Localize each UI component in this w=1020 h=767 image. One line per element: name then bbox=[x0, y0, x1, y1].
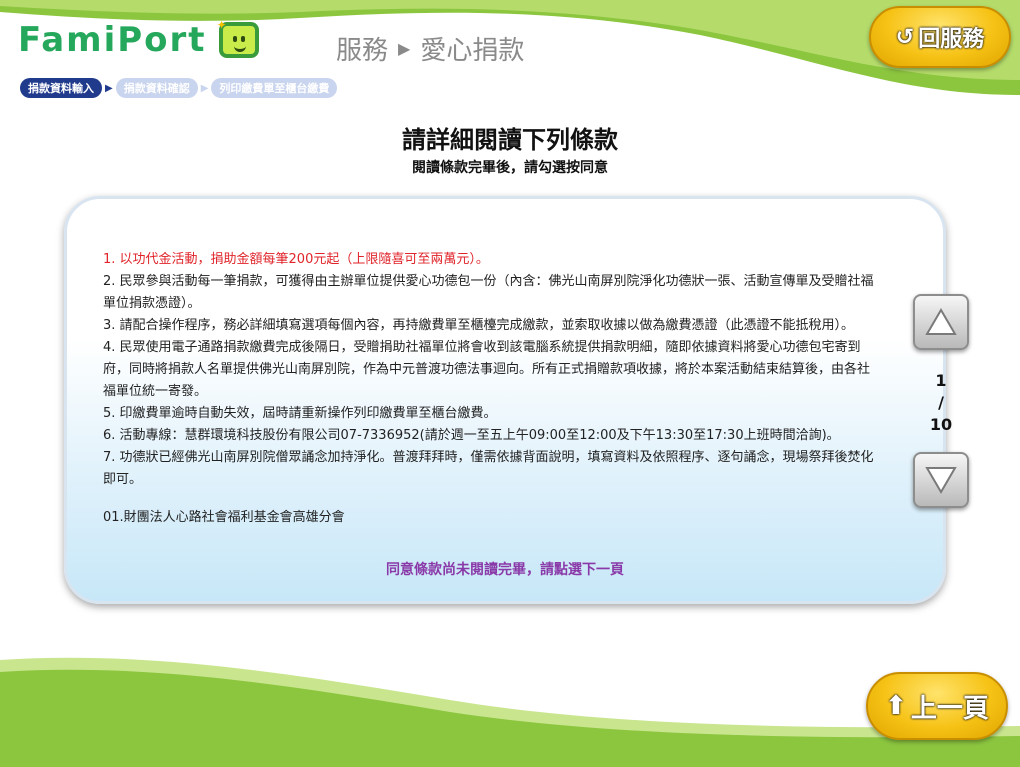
breadcrumb-service: 服務 bbox=[336, 36, 389, 66]
triangle-up-icon bbox=[925, 308, 957, 335]
step-1: 捐款資料輸入 bbox=[20, 78, 102, 98]
term-item: 5. 印繳費單逾時自動失效，屆時請重新操作列印繳費單至櫃台繳費。 bbox=[103, 406, 497, 421]
mascot-icon: ✦ bbox=[217, 18, 259, 58]
back-to-service-button[interactable]: ↺ 回服務 bbox=[869, 6, 1011, 68]
terms-list: 1. 以功代金活動，捐助金額每筆200元起（上限隨喜可至兩萬元）。 2. 民眾參… bbox=[103, 249, 879, 529]
triangle-down-icon bbox=[925, 467, 957, 494]
previous-page-label: 上一頁 bbox=[910, 693, 989, 724]
step-arrow-icon: ▶ bbox=[105, 82, 113, 94]
logo-text: FamiPort bbox=[18, 20, 207, 60]
terms-panel: 1. 以功代金活動，捐助金額每筆200元起（上限隨喜可至兩萬元）。 2. 民眾參… bbox=[64, 196, 946, 604]
term-item: 1. 以功代金活動，捐助金額每筆200元起（上限隨喜可至兩萬元）。 bbox=[103, 252, 489, 267]
term-item: 6. 活動專線：慧群環境科技股份有限公司07-7336952(請於週一至五上午0… bbox=[103, 428, 840, 443]
step-2: 捐款資料確認 bbox=[115, 78, 198, 98]
term-item: 7. 功德狀已經佛光山南屏別院僧眾誦念加持淨化。普渡拜拜時，僅需依據背面說明，填… bbox=[103, 450, 874, 487]
back-to-service-label: 回服務 bbox=[918, 27, 985, 52]
page-title: 請詳細閱讀下列條款 bbox=[402, 126, 618, 154]
term-item: 3. 請配合操作程序，務必詳細填寫選項每個內容，再持繳費單至櫃檯完成繳款，並索取… bbox=[103, 318, 855, 333]
breadcrumb-page: 愛心捐款 bbox=[420, 36, 525, 66]
step-arrow-icon: ▶ bbox=[200, 82, 209, 94]
step-indicator: 捐款資料輸入 ▶ 捐款資料確認 ▶ 列印繳費單至櫃台繳費 bbox=[20, 78, 338, 98]
famiport-logo: FamiPort ✦ bbox=[18, 18, 259, 60]
page-current: 1 bbox=[935, 371, 947, 390]
breadcrumb-arrow-icon: ▶ bbox=[398, 39, 411, 58]
previous-page-button[interactable]: ⬆ 上一頁 bbox=[866, 672, 1008, 740]
page-up-button[interactable] bbox=[913, 294, 969, 350]
breadcrumb: 服務 ▶ 愛心捐款 bbox=[336, 30, 524, 67]
page-separator: / bbox=[938, 393, 944, 412]
rotate-left-icon: ↺ bbox=[895, 24, 915, 50]
page-subtitle: 閱讀條款完畢後，請勾選按同意 bbox=[412, 160, 608, 176]
step-3: 列印繳費單至櫃台繳費 bbox=[211, 78, 338, 98]
sparkle-icon: ✦ bbox=[216, 18, 227, 32]
organization-name: 01.財團法人心路社會福利基金會高雄分會 bbox=[103, 510, 345, 525]
term-item: 2. 民眾參與活動每一筆捐款，可獲得由主辦單位提供愛心功德包一份（內含：佛光山南… bbox=[103, 274, 874, 311]
term-item: 4. 民眾使用電子通路捐款繳費完成後隔日，受贈捐助社福單位將會收到該電腦系統提供… bbox=[103, 340, 871, 399]
read-status-notice: 同意條款尚未閱讀完畢，請點選下一頁 bbox=[386, 562, 624, 578]
page-indicator: 1 / 10 bbox=[913, 370, 969, 436]
page-total: 10 bbox=[929, 415, 953, 434]
arrow-up-icon: ⬆ bbox=[885, 691, 907, 721]
page-down-button[interactable] bbox=[913, 452, 969, 508]
